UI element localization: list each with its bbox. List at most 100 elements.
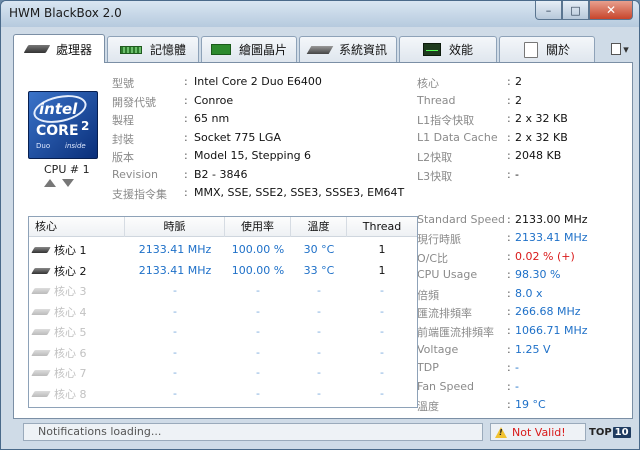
core-chip-icon — [31, 309, 51, 315]
column-header-clock[interactable]: 時脈 — [125, 217, 225, 237]
tab-graphics[interactable]: 繪圖晶片 — [201, 36, 297, 62]
core-chip-icon — [31, 288, 51, 294]
cpu-selector-arrows — [44, 179, 74, 187]
info-colon: : — [507, 287, 511, 300]
info-colon: : — [507, 75, 511, 88]
arrow-up-icon[interactable] — [44, 179, 56, 187]
info-value: MMX, SSE, SSE2, SSE3, SSSE3, EM64T — [194, 186, 405, 199]
column-header-usage[interactable]: 使用率 — [225, 217, 291, 237]
info-label: Voltage — [417, 343, 459, 356]
notifications-status[interactable]: Notifications loading... — [23, 423, 483, 441]
logo-brand: intel — [39, 100, 78, 118]
tab-about[interactable]: 關於 — [499, 36, 595, 62]
core-label: 核心 5 — [54, 326, 87, 339]
tab-system-info[interactable]: 系統資訊 — [299, 36, 397, 62]
core-thread: - — [380, 346, 384, 359]
info-colon: : — [507, 361, 511, 374]
column-header-temp[interactable]: 溫度 — [291, 217, 347, 237]
info-label: L3快取 — [417, 170, 453, 183]
close-button[interactable]: ✕ — [589, 1, 633, 20]
info-value: 2 — [515, 94, 522, 107]
info-value: 0.02 % (+) — [515, 250, 575, 263]
top10-badge-number: 10 — [612, 426, 631, 438]
top10-badge[interactable]: TOP 10 — [589, 424, 631, 440]
info-colon: : — [507, 268, 511, 281]
core-thread: - — [380, 305, 384, 318]
info-value: Conroe — [194, 94, 234, 107]
info-label: TDP — [417, 361, 439, 374]
validation-text: Not Valid! — [512, 425, 566, 439]
arrow-down-icon[interactable] — [62, 179, 74, 187]
core-thread: 1 — [378, 264, 386, 277]
core-thread: - — [380, 366, 384, 379]
core-row-7[interactable]: 核心 7 - - - - — [29, 363, 417, 383]
core-clock: - — [173, 305, 177, 318]
core-name: 核心 2 — [31, 263, 87, 279]
warning-icon — [495, 426, 507, 438]
core-label: 核心 1 — [54, 244, 87, 257]
info-colon: : — [184, 112, 188, 125]
tab-label: 處理器 — [55, 42, 92, 57]
core-usage: - — [256, 346, 260, 359]
core-name: 核心 4 — [31, 304, 87, 320]
column-header-thread[interactable]: Thread — [347, 217, 417, 237]
window-controls: – □ ✕ — [535, 1, 633, 20]
maximize-button[interactable]: □ — [562, 1, 589, 20]
tab-memory[interactable]: 記憶體 — [107, 36, 199, 62]
info-value: Socket 775 LGA — [194, 131, 281, 144]
core-clock: - — [173, 346, 177, 359]
tab-label: 關於 — [545, 43, 570, 57]
info-colon: : — [507, 231, 511, 244]
core-row-6[interactable]: 核心 6 - - - - — [29, 343, 417, 363]
gpu-icon — [210, 44, 231, 55]
info-colon: : — [507, 112, 511, 125]
info-label: 匯流排頻率 — [417, 307, 472, 320]
core-row-8[interactable]: 核心 8 - - - - — [29, 384, 417, 404]
info-value: Model 15, Stepping 6 — [194, 149, 312, 162]
logo-sub: Duo — [36, 142, 51, 150]
chevron-down-icon: ▾ — [623, 42, 629, 56]
info-value: - — [515, 361, 519, 374]
info-label: Fan Speed — [417, 380, 475, 393]
validation-status[interactable]: Not Valid! — [490, 423, 586, 441]
info-value: B2 - 3846 — [194, 168, 248, 181]
info-value: 2 x 32 KB — [515, 112, 568, 125]
info-colon: : — [507, 398, 511, 411]
core-row-4[interactable]: 核心 4 - - - - — [29, 302, 417, 322]
info-colon: : — [507, 305, 511, 318]
core-thread: - — [380, 284, 384, 297]
core-label: 核心 7 — [54, 367, 87, 380]
core-usage: 100.00 % — [231, 264, 285, 277]
core-row-3[interactable]: 核心 3 - - - - — [29, 281, 417, 301]
core-clock: - — [173, 366, 177, 379]
column-header-core[interactable]: 核心 — [29, 217, 125, 237]
core-row-5[interactable]: 核心 5 - - - - — [29, 322, 417, 342]
info-label: 版本 — [112, 151, 134, 164]
info-value: 2133.00 MHz — [515, 213, 588, 226]
performance-icon — [422, 43, 441, 56]
info-label: 溫度 — [417, 400, 439, 413]
info-colon: : — [507, 324, 511, 337]
app-window: HWM BlackBox 2.0 – □ ✕ 處理器 記憶體 繪圖晶片 系統資訊… — [0, 0, 640, 450]
core-usage: - — [256, 387, 260, 400]
core-chip-icon — [31, 370, 51, 376]
window-title: HWM BlackBox 2.0 — [9, 6, 122, 20]
info-label: 支援指令集 — [112, 188, 167, 201]
info-colon: : — [507, 250, 511, 263]
tab-performance[interactable]: 效能 — [399, 36, 497, 62]
tab-processor[interactable]: 處理器 — [13, 34, 105, 63]
document-icon — [611, 43, 622, 55]
core-label: 核心 3 — [54, 285, 87, 298]
info-colon: : — [184, 186, 188, 199]
title-bar[interactable]: HWM BlackBox 2.0 – □ ✕ — [1, 1, 639, 27]
cores-table-header: 核心 時脈 使用率 溫度 Thread — [29, 217, 417, 237]
core-row-1[interactable]: 核心 1 2133.41 MHz 100.00 % 30 °C 1 — [29, 240, 417, 260]
tab-menu-button[interactable]: ▾ — [607, 39, 633, 59]
core-label: 核心 8 — [54, 388, 87, 401]
core-name: 核心 7 — [31, 365, 87, 381]
info-value: 2 x 32 KB — [515, 131, 568, 144]
core-row-2[interactable]: 核心 2 2133.41 MHz 100.00 % 33 °C 1 — [29, 261, 417, 281]
minimize-button[interactable]: – — [535, 1, 562, 20]
core-temp: - — [317, 284, 321, 297]
info-label: 型號 — [112, 77, 134, 90]
